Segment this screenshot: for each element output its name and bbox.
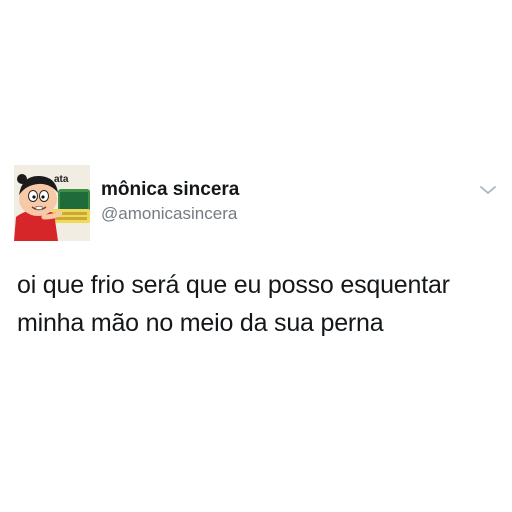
avatar[interactable]: ata <box>14 165 90 241</box>
tweet-menu-button[interactable] <box>479 183 497 195</box>
user-handle[interactable]: @amonicasincera <box>101 204 237 224</box>
tweet-text: oi que frio será que eu posso esquentar … <box>17 266 502 342</box>
tweet-text-line: oi que frio será que eu posso esquentar <box>17 271 450 299</box>
tweet-card: ata mônica sincera @amonicasincera oi qu… <box>0 0 512 512</box>
avatar-image: ata <box>14 165 90 241</box>
chevron-down-icon <box>480 186 496 194</box>
display-name[interactable]: mônica sincera <box>101 179 239 201</box>
avatar-caption: ata <box>54 174 69 185</box>
tweet-text-line: minha mão no meio da sua perna <box>17 309 384 337</box>
